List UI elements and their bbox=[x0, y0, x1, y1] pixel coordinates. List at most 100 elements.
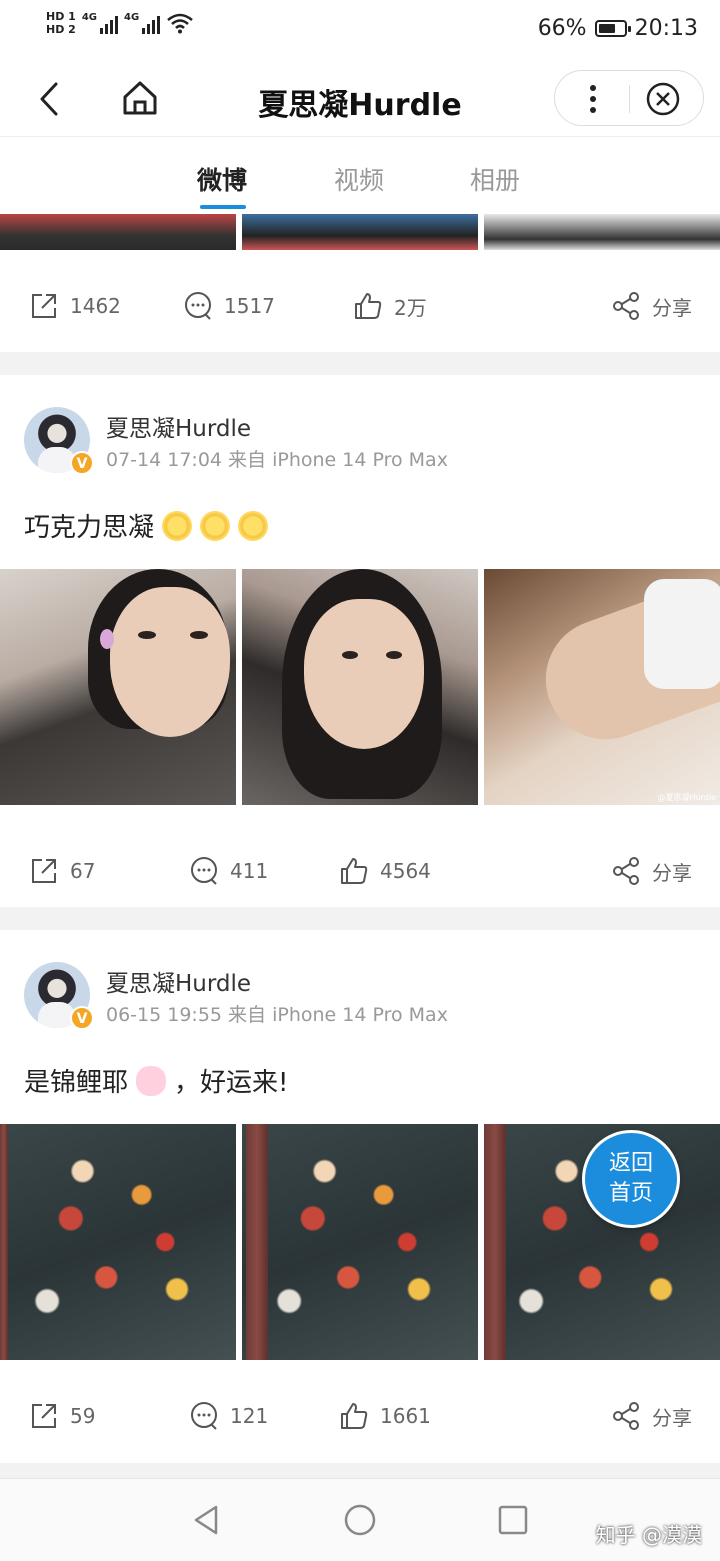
sim2-label: HD 2 bbox=[46, 23, 76, 36]
like-button[interactable]: 4564 bbox=[338, 853, 431, 889]
sun-emoji-icon bbox=[200, 510, 231, 541]
sim1-label: HD 1 bbox=[46, 10, 76, 23]
repost-button[interactable]: 1462 bbox=[28, 288, 121, 324]
bunny-emoji-icon bbox=[136, 1065, 167, 1096]
like-icon bbox=[341, 1403, 368, 1429]
net2-label: 4G bbox=[124, 12, 140, 23]
repost-count: 67 bbox=[70, 859, 96, 883]
share-label: 分享 bbox=[652, 860, 692, 885]
capsule-divider bbox=[629, 85, 630, 113]
like-count: 2万 bbox=[394, 295, 427, 320]
post-text: 巧克力思凝 bbox=[24, 507, 269, 544]
like-icon bbox=[355, 293, 382, 319]
post-header: V 夏思凝Hurdle 07-14 17:04 来自 iPhone 14 Pro… bbox=[0, 375, 720, 475]
profile-tabs: 微博 视频 相册 bbox=[0, 136, 720, 216]
share-button[interactable]: 分享 bbox=[610, 853, 692, 889]
author-name[interactable]: 夏思凝Hurdle bbox=[106, 964, 251, 998]
system-nav-bar: 知乎 @漠漠 bbox=[0, 1478, 720, 1561]
comment-icon bbox=[191, 857, 217, 885]
repost-button[interactable]: 67 bbox=[28, 853, 95, 889]
author-name[interactable]: 夏思凝Hurdle bbox=[106, 409, 251, 443]
nav-recents-square-icon[interactable] bbox=[496, 1503, 530, 1537]
repost-count: 1462 bbox=[70, 294, 121, 318]
net1-label: 4G bbox=[81, 12, 97, 23]
post-text-tail: ，好运来! bbox=[174, 1068, 289, 1098]
share-icon bbox=[613, 857, 639, 885]
post-actions: 1462 1517 2万 分享 bbox=[0, 276, 720, 336]
post-text-body: 巧克力思凝 bbox=[24, 513, 155, 543]
nav-back-triangle-icon[interactable] bbox=[190, 1503, 224, 1537]
tab-video[interactable]: 视频 bbox=[334, 161, 384, 197]
photo-grid bbox=[0, 214, 720, 250]
photo-watermark: @夏思凝Hurdle bbox=[657, 793, 716, 802]
verified-badge-icon: V bbox=[70, 1006, 94, 1030]
share-icon bbox=[613, 1402, 639, 1430]
post-photo[interactable] bbox=[0, 214, 236, 250]
comment-count: 1517 bbox=[224, 294, 275, 318]
share-icon bbox=[613, 292, 639, 320]
back-to-home-button[interactable]: 返回 首页 bbox=[582, 1130, 680, 1228]
post-header: V 夏思凝Hurdle 06-15 19:55 来自 iPhone 14 Pro… bbox=[0, 930, 720, 1030]
comment-icon bbox=[191, 1402, 217, 1430]
back-to-home-line1: 返回 bbox=[608, 1151, 653, 1176]
share-button[interactable]: 分享 bbox=[610, 288, 692, 324]
repost-icon bbox=[32, 1404, 56, 1428]
battery-icon bbox=[594, 20, 631, 37]
share-label: 分享 bbox=[652, 295, 692, 320]
battery-percent: 66% bbox=[537, 16, 587, 41]
comment-button[interactable]: 121 bbox=[188, 1398, 268, 1434]
clock: 20:13 bbox=[634, 16, 698, 41]
post-card: V 夏思凝Hurdle 07-14 17:04 来自 iPhone 14 Pro… bbox=[0, 375, 720, 907]
repost-button[interactable]: 59 bbox=[28, 1398, 95, 1434]
share-button[interactable]: 分享 bbox=[610, 1398, 692, 1434]
mini-program-capsule bbox=[554, 70, 704, 126]
nav-bar: 夏思凝Hurdle bbox=[0, 62, 720, 136]
verified-badge-icon: V bbox=[70, 451, 94, 475]
comment-icon bbox=[185, 292, 211, 320]
post-photo[interactable] bbox=[0, 569, 236, 805]
comment-count: 411 bbox=[230, 859, 269, 883]
post-photo[interactable] bbox=[242, 1124, 478, 1360]
status-left: HD 1 HD 2 4G 4G bbox=[46, 10, 194, 36]
post-text-body: 是锦鲤耶 bbox=[24, 1068, 129, 1098]
like-button[interactable]: 2万 bbox=[352, 288, 427, 324]
tab-album[interactable]: 相册 bbox=[470, 161, 520, 197]
like-button[interactable]: 1661 bbox=[338, 1398, 431, 1434]
photo-grid: @夏思凝Hurdle bbox=[0, 569, 720, 805]
post-photo[interactable] bbox=[484, 214, 720, 250]
post-actions: 67 411 4564 分享 bbox=[0, 841, 720, 901]
comment-button[interactable]: 1517 bbox=[182, 288, 275, 324]
more-icon[interactable] bbox=[583, 83, 603, 115]
repost-count: 59 bbox=[70, 1404, 96, 1428]
post-photo[interactable] bbox=[242, 569, 478, 805]
signal-icon-2: 4G bbox=[124, 12, 161, 34]
post-photo[interactable]: @夏思凝Hurdle bbox=[484, 569, 720, 805]
post-meta: 07-14 17:04 来自 iPhone 14 Pro Max bbox=[106, 449, 448, 471]
tab-weibo[interactable]: 微博 bbox=[197, 161, 247, 197]
tab-active-indicator bbox=[200, 205, 246, 209]
status-bar: HD 1 HD 2 4G 4G 66% 20:13 bbox=[0, 0, 720, 62]
post-photo[interactable] bbox=[0, 1124, 236, 1360]
nav-home-circle-icon[interactable] bbox=[343, 1503, 377, 1537]
comment-button[interactable]: 411 bbox=[188, 853, 268, 889]
sun-emoji-icon bbox=[162, 510, 193, 541]
repost-icon bbox=[32, 859, 56, 883]
share-label: 分享 bbox=[652, 1405, 692, 1430]
like-count: 4564 bbox=[380, 859, 431, 883]
post-card: 1462 1517 2万 分享 bbox=[0, 214, 720, 352]
post-text: 是锦鲤耶 ，好运来! bbox=[24, 1062, 288, 1099]
status-right: 66% 20:13 bbox=[538, 16, 698, 41]
post-meta: 06-15 19:55 来自 iPhone 14 Pro Max bbox=[106, 1004, 448, 1026]
comment-count: 121 bbox=[230, 1404, 269, 1428]
post-actions: 59 121 1661 分享 bbox=[0, 1386, 720, 1446]
sim-labels: HD 1 HD 2 bbox=[46, 10, 76, 36]
like-icon bbox=[341, 858, 368, 884]
signal-icon: 4G bbox=[82, 12, 118, 34]
like-count: 1661 bbox=[380, 1404, 431, 1428]
post-photo[interactable] bbox=[242, 214, 478, 250]
close-icon[interactable] bbox=[645, 81, 681, 117]
repost-icon bbox=[32, 294, 56, 318]
back-to-home-line2: 首页 bbox=[608, 1181, 653, 1206]
zhihu-watermark: 知乎 @漠漠 bbox=[595, 1523, 702, 1547]
sun-emoji-icon bbox=[238, 510, 269, 541]
